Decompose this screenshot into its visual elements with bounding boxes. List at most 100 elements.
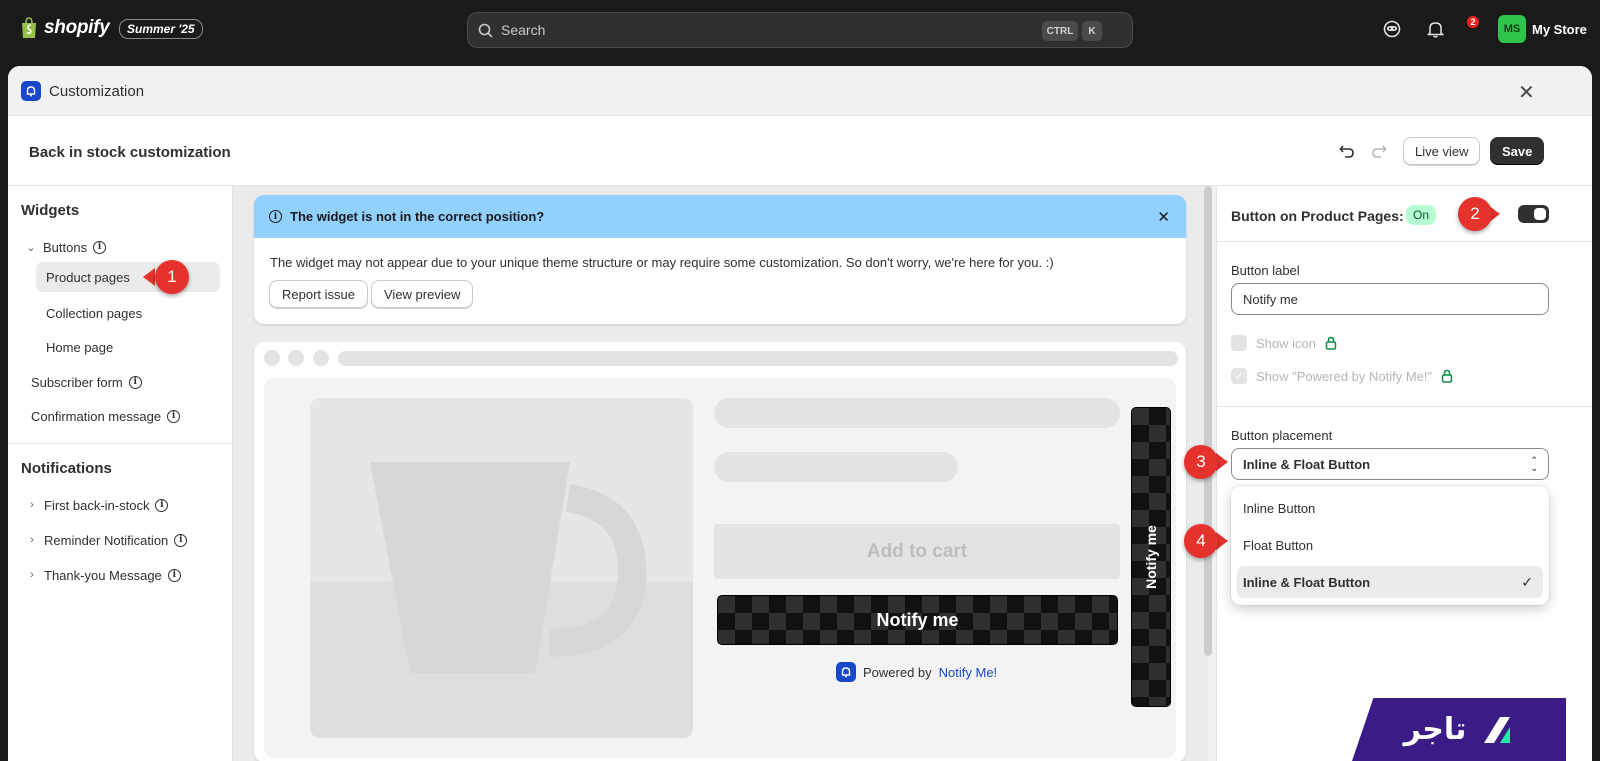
banner-close-icon[interactable]: ✕ — [1157, 208, 1170, 226]
browser-url-bar — [338, 351, 1178, 366]
mug-icon — [310, 462, 693, 738]
store-name[interactable]: My Store — [1532, 22, 1587, 37]
placement-select[interactable]: Inline & Float Button ⌃ ⌄ — [1231, 448, 1549, 480]
show-powered-checkbox[interactable]: ✓ Show "Powered by Notify Me!" — [1231, 368, 1453, 384]
tajer-watermark: تاجر — [1352, 698, 1566, 761]
lock-icon — [1325, 336, 1337, 350]
panel-divider — [1217, 241, 1592, 242]
search-input[interactable]: Search CTRL K — [467, 12, 1133, 48]
notify-me-app-icon — [21, 81, 41, 101]
edition-badge[interactable]: Summer '25 — [119, 19, 203, 39]
chevron-right-icon: › — [30, 499, 34, 511]
shopify-logo[interactable]: shopify — [20, 17, 110, 39]
customization-modal: Customization ✕ Back in stock customizat… — [8, 66, 1592, 761]
notifications-section-title: Notifications — [21, 460, 112, 477]
sidebar-item-label: Home page — [46, 339, 114, 355]
info-icon: i — [269, 210, 282, 223]
powered-by: Powered by Notify Me! — [836, 662, 997, 682]
live-view-button[interactable]: Live view — [1403, 137, 1481, 165]
powered-by-prefix: Powered by — [863, 664, 932, 680]
show-icon-label: Show icon — [1256, 335, 1316, 351]
save-button[interactable]: Save — [1490, 137, 1545, 165]
preview-scrollbar[interactable] — [1204, 186, 1212, 656]
position-warning-banner: i The widget is not in the correct posit… — [254, 195, 1186, 324]
panel-divider — [1217, 406, 1592, 407]
powered-by-link[interactable]: Notify Me! — [939, 665, 998, 680]
chevron-right-icon: › — [30, 534, 34, 546]
tajer-logo-icon — [1484, 716, 1511, 743]
notify-me-inline-button[interactable]: Notify me — [717, 595, 1118, 645]
modal-title: Customization — [49, 83, 145, 100]
bell-icon[interactable] — [1427, 20, 1444, 38]
float-button-label: Notify me — [1143, 525, 1159, 589]
banner-text: The widget may not appear due to your un… — [270, 255, 1054, 270]
sidebar-item-label: Product pages — [46, 269, 130, 285]
page-header: Back in stock customization Live view Sa… — [8, 116, 1592, 186]
step-marker-2: 2 — [1458, 197, 1492, 231]
sidebar-item-reminder-notification[interactable]: › Reminder Notification i — [26, 525, 188, 555]
chevron-down-icon: ⌄ — [26, 241, 36, 254]
redo-icon[interactable] — [1371, 143, 1387, 159]
info-icon[interactable]: i — [155, 498, 169, 512]
widgets-sidebar: Widgets ⌄ Buttons i Product pages Collec… — [8, 186, 233, 761]
shopify-bag-icon — [22, 17, 36, 38]
option-float-button[interactable]: Float Button — [1237, 529, 1543, 561]
sidebar-item-subscriber-form[interactable]: Subscriber form i — [31, 367, 142, 397]
sidebar-item-label: Collection pages — [46, 305, 143, 321]
browser-dot — [264, 350, 280, 366]
notification-count-badge: 2 — [1467, 16, 1479, 28]
title-skeleton — [714, 398, 1120, 428]
option-inline-button[interactable]: Inline Button — [1237, 492, 1543, 524]
enable-toggle[interactable] — [1518, 205, 1549, 223]
sidebar-item-label: Buttons — [43, 239, 88, 255]
shortcut-ctrl: CTRL — [1042, 21, 1078, 41]
step-marker-4: 4 — [1184, 524, 1218, 558]
status-badge: On — [1406, 205, 1437, 225]
sidebar-item-label: First back-in-stock — [44, 497, 150, 513]
shortcut-k: K — [1082, 21, 1102, 41]
sidebar-item-label: Thank-you Message — [44, 567, 162, 583]
page-title: Back in stock customization — [29, 144, 231, 161]
sidebar-item-home-page[interactable]: Home page — [46, 332, 113, 362]
show-powered-label: Show "Powered by Notify Me!" — [1256, 368, 1433, 384]
watermark-text: تاجر — [1403, 712, 1467, 747]
price-skeleton — [714, 452, 958, 482]
show-icon-checkbox[interactable]: Show icon — [1231, 335, 1337, 351]
sidebar-divider — [8, 443, 233, 444]
view-preview-button[interactable]: View preview — [371, 280, 474, 308]
undo-icon[interactable] — [1339, 143, 1355, 159]
report-issue-button[interactable]: Report issue — [269, 280, 368, 308]
admin-topbar: shopify Summer '25 Search CTRL K 2 MS My… — [0, 0, 1600, 60]
sidebar-item-collection-pages[interactable]: Collection pages — [46, 298, 142, 328]
option-inline-float-button[interactable]: Inline & Float Button ✓ — [1237, 566, 1543, 598]
info-icon[interactable]: i — [174, 533, 188, 547]
info-icon[interactable]: i — [128, 375, 142, 389]
sidebar-item-buttons[interactable]: ⌄ Buttons i — [25, 232, 107, 262]
info-icon[interactable]: i — [167, 568, 181, 582]
info-icon[interactable]: i — [167, 409, 181, 423]
close-icon[interactable]: ✕ — [1518, 80, 1535, 105]
checkbox-icon — [1231, 335, 1247, 351]
button-label-title: Button label — [1231, 263, 1300, 278]
sidebar-item-product-pages[interactable]: Product pages — [36, 262, 220, 292]
add-to-cart-button[interactable]: Add to cart — [714, 524, 1120, 579]
sidebar-item-label: Confirmation message — [31, 408, 162, 424]
sidekick-icon[interactable] — [1383, 20, 1401, 38]
lock-icon — [1441, 369, 1453, 383]
avatar[interactable]: MS — [1498, 15, 1526, 43]
search-placeholder: Search — [501, 22, 546, 38]
banner-title: The widget is not in the correct positio… — [290, 209, 545, 224]
sidebar-item-thank-you-message[interactable]: › Thank-you Message i — [26, 560, 181, 590]
product-image-placeholder — [310, 398, 693, 738]
checkbox-checked-icon: ✓ — [1231, 368, 1247, 384]
search-icon — [478, 23, 493, 38]
preview-canvas: Add to cart Notify me Powered by Notify … — [264, 378, 1176, 758]
info-icon[interactable]: i — [93, 240, 107, 254]
banner-header: i The widget is not in the correct posit… — [254, 195, 1186, 238]
button-label-input[interactable]: Notify me — [1231, 283, 1549, 315]
browser-dot — [288, 350, 304, 366]
sidebar-item-confirmation-message[interactable]: Confirmation message i — [31, 401, 181, 431]
placement-selected-value: Inline & Float Button — [1243, 456, 1371, 472]
sidebar-item-first-back-in-stock[interactable]: › First back-in-stock i — [26, 490, 169, 520]
notify-me-float-button[interactable]: Notify me — [1131, 407, 1171, 707]
